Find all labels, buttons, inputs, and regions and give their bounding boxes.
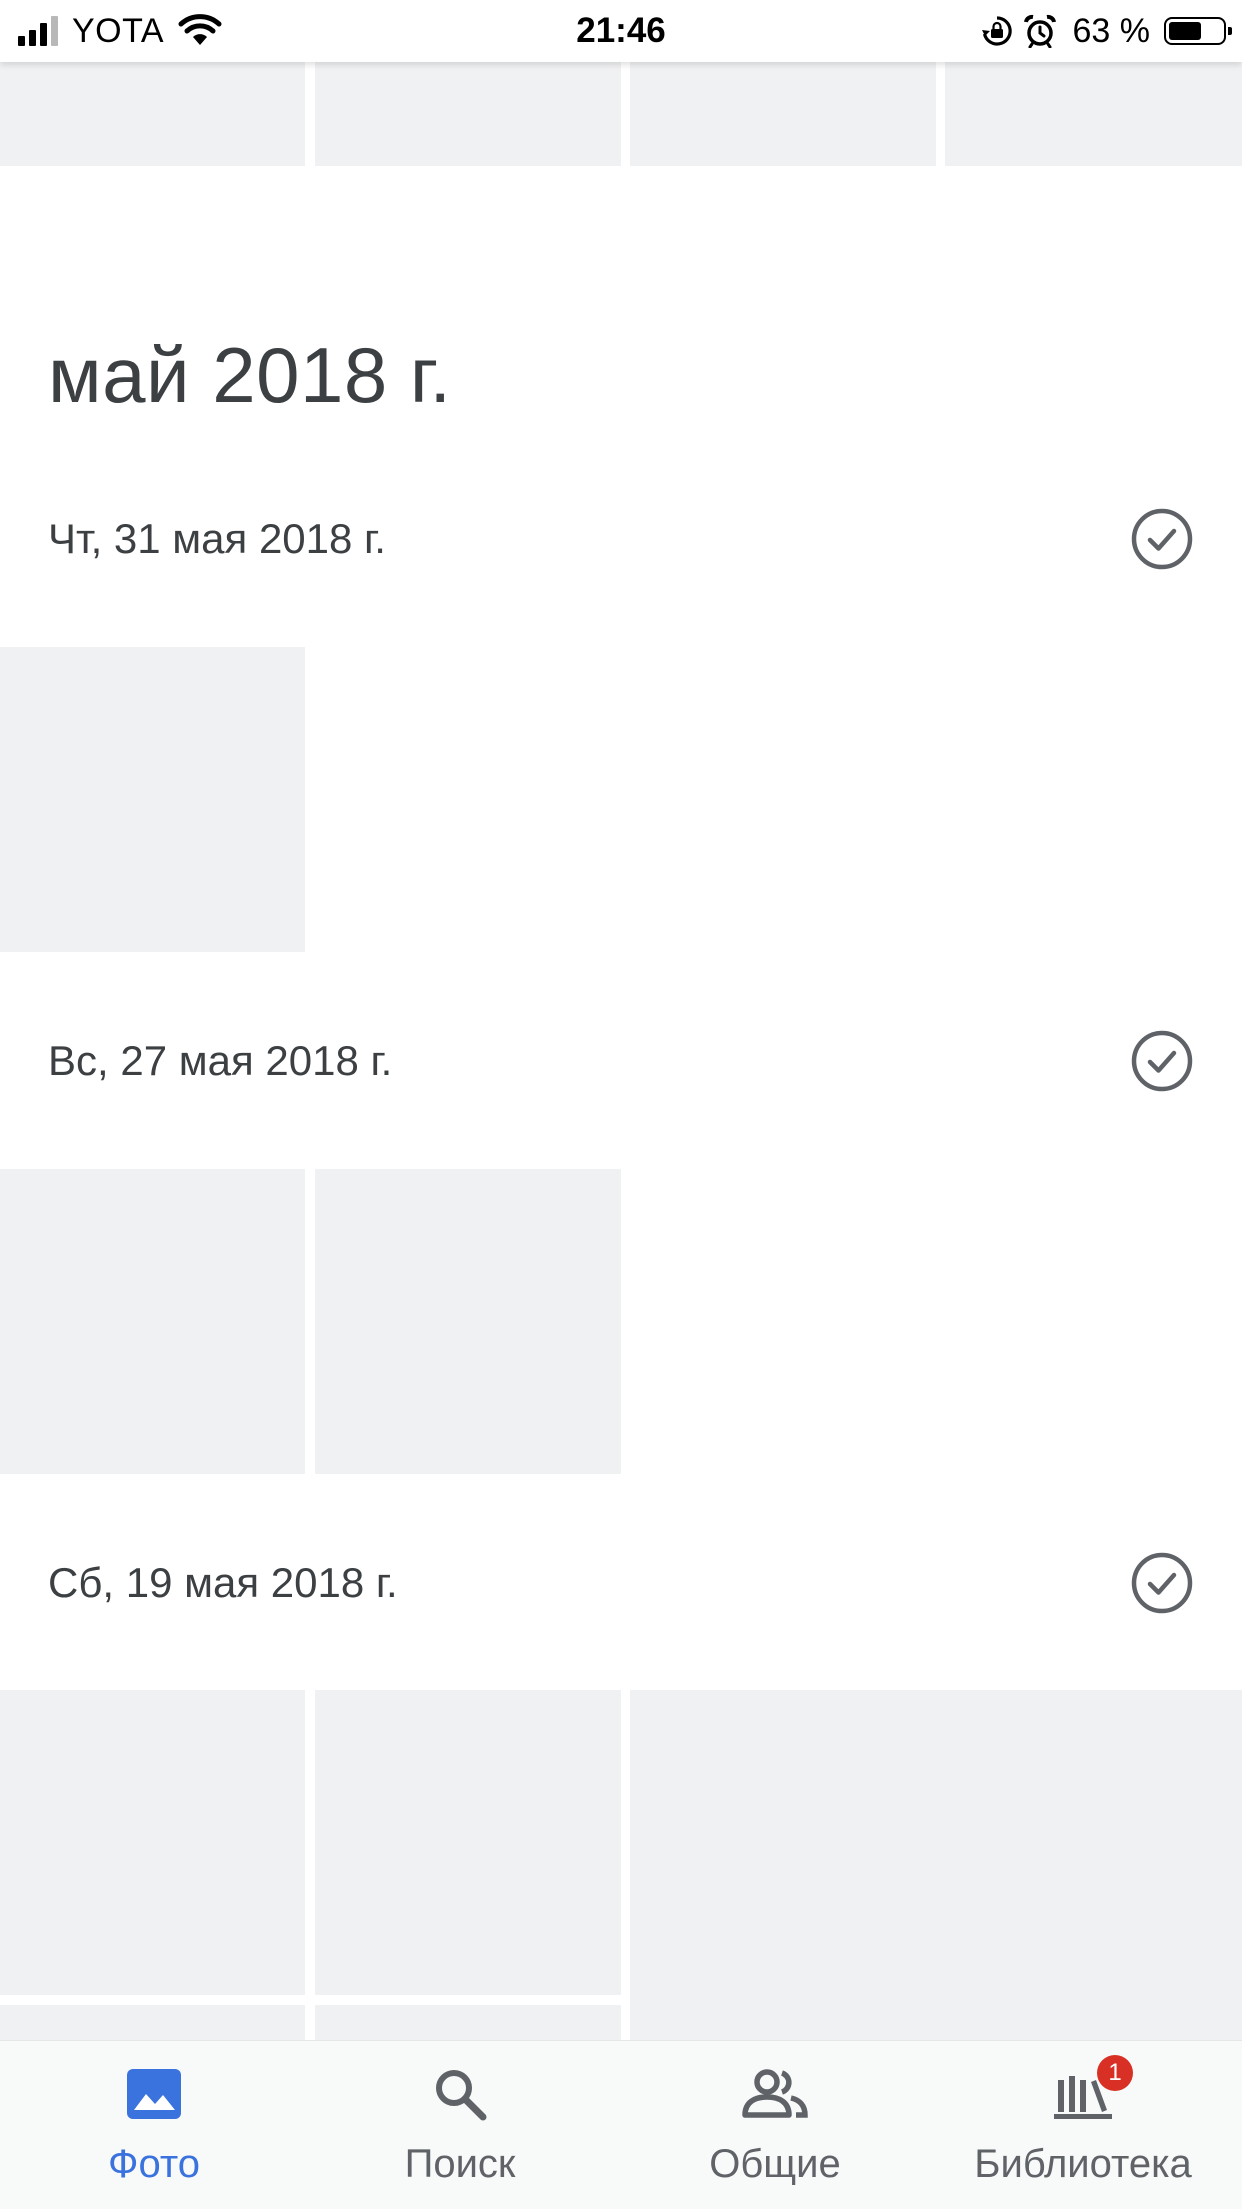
- people-icon: [742, 2069, 808, 2118]
- status-bar: YOTA 21:46 63 %: [0, 0, 1242, 62]
- day-header: Вс, 27 мая 2018 г.: [48, 1026, 1194, 1096]
- photo-thumbnail[interactable]: [0, 1690, 305, 1995]
- nav-tab-search[interactable]: Поиск: [310, 2059, 610, 2187]
- photo-thumbnail[interactable]: [0, 62, 305, 166]
- photo-thumbnail[interactable]: [945, 62, 1242, 166]
- battery-level-fill: [1169, 22, 1201, 40]
- month-title: май 2018 г.: [48, 331, 452, 419]
- alarm-icon: [1023, 14, 1056, 48]
- photo-thumbnail[interactable]: [630, 1690, 1242, 2050]
- check-circle-icon[interactable]: [1130, 507, 1194, 571]
- notification-badge: 1: [1097, 2055, 1133, 2091]
- day-header: Сб, 19 мая 2018 г.: [48, 1548, 1194, 1618]
- nav-tab-label: Библиотека: [974, 2142, 1192, 2186]
- status-bar-right: 63 %: [981, 8, 1232, 54]
- battery-percent: 63 %: [1072, 11, 1151, 50]
- nav-tab-label: Поиск: [404, 2142, 516, 2186]
- battery-icon: [1164, 17, 1232, 45]
- photo-icon: [127, 2069, 181, 2119]
- bottom-navigation: Фото Поиск Общие 1 Библиотека: [0, 2040, 1242, 2209]
- nav-tab-library[interactable]: 1 Библиотека: [933, 2055, 1233, 2187]
- photo-thumbnail[interactable]: [315, 1690, 621, 1995]
- rotation-lock-icon: [981, 16, 1012, 46]
- nav-tab-shared[interactable]: Общие: [625, 2059, 925, 2187]
- day-date-label: Вс, 27 мая 2018 г.: [48, 1037, 393, 1084]
- day-date-label: Сб, 19 мая 2018 г.: [48, 1559, 398, 1606]
- check-circle-icon[interactable]: [1130, 1029, 1194, 1093]
- photo-thumbnail[interactable]: [315, 1169, 621, 1474]
- photo-thumbnail[interactable]: [630, 62, 936, 166]
- photo-thumbnail[interactable]: [0, 647, 305, 952]
- photo-thumbnail[interactable]: [0, 1169, 305, 1474]
- nav-tab-photos[interactable]: Фото: [4, 2059, 304, 2187]
- check-circle-icon[interactable]: [1130, 1551, 1194, 1615]
- photo-thumbnail[interactable]: [315, 62, 621, 166]
- day-header: Чт, 31 мая 2018 г.: [48, 504, 1194, 574]
- nav-tab-label: Фото: [108, 2142, 200, 2186]
- search-icon: [436, 2070, 487, 2121]
- nav-tab-label: Общие: [709, 2142, 841, 2186]
- day-date-label: Чт, 31 мая 2018 г.: [48, 515, 386, 562]
